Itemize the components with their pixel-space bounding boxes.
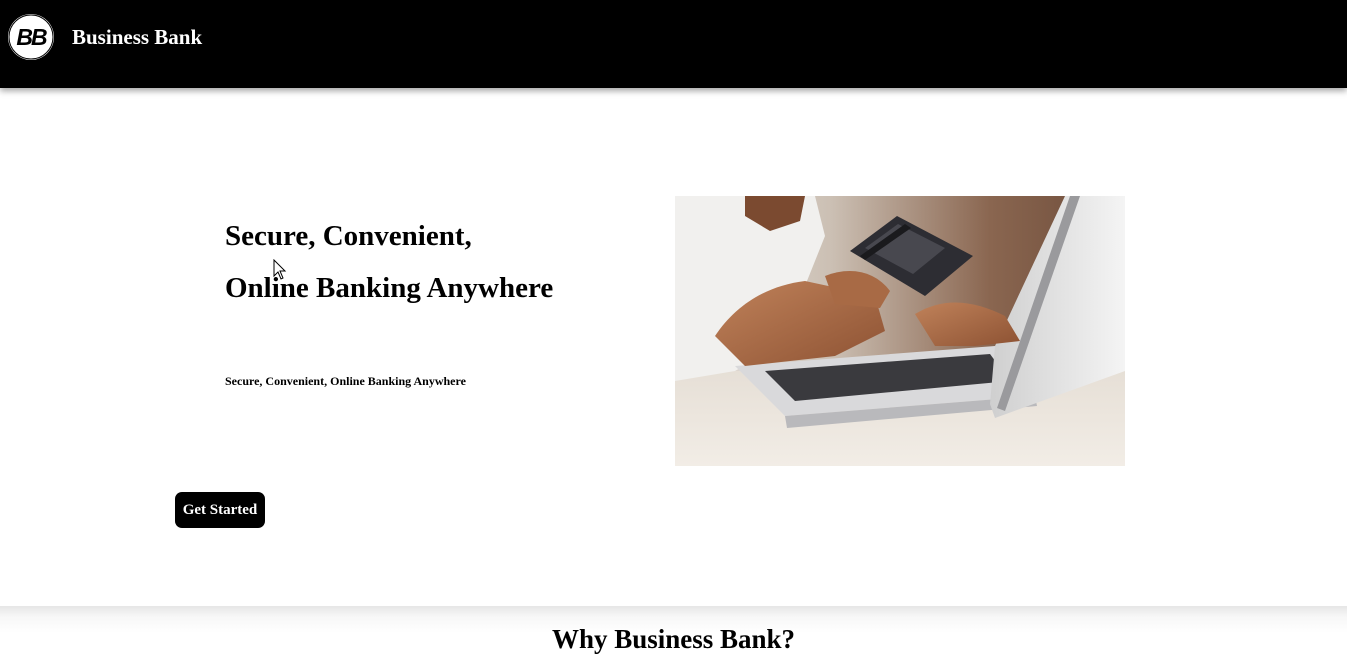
mouse-pointer-icon (273, 259, 287, 280)
hero-image (675, 196, 1125, 466)
hero-title-line-1: Secure, Convenient, (225, 220, 472, 252)
brand-logo[interactable]: BB (8, 14, 54, 60)
svg-text:BB: BB (16, 24, 47, 50)
get-started-button[interactable]: Get Started (175, 492, 265, 528)
why-business-bank-heading: Why Business Bank? (551, 624, 796, 654)
hero-title: Secure, Convenient, Online Banking Anywh… (225, 210, 645, 314)
top-navbar: BB Business Bank (0, 0, 1347, 88)
hero-title-line-2: Online Banking Anywhere (225, 272, 554, 304)
card-laptop-illustration (675, 196, 1125, 466)
hero-subtitle: Secure, Convenient, Online Banking Anywh… (225, 374, 466, 388)
brand-name[interactable]: Business Bank (72, 24, 202, 50)
bb-logo-icon: BB (8, 14, 54, 60)
